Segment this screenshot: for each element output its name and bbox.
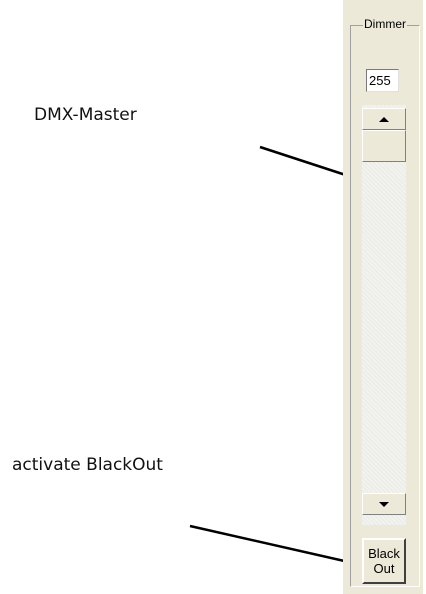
dmx-master-scrollbar[interactable] [362, 105, 406, 525]
scrollbar-track[interactable] [362, 105, 406, 525]
scrollbar-thumb[interactable] [362, 130, 406, 162]
blackout-button[interactable]: Black Out [362, 538, 406, 584]
scroll-up-button[interactable] [362, 108, 406, 130]
dimmer-group-label: Dimmer [363, 17, 407, 31]
blackout-label-line1: Black [368, 546, 400, 561]
arrow-up-icon [379, 116, 389, 122]
arrow-down-icon [379, 501, 389, 507]
dimmer-value-field[interactable]: 255 [366, 69, 399, 92]
scroll-down-button[interactable] [362, 493, 406, 515]
blackout-arrow [189, 524, 364, 569]
blackout-label-line2: Out [373, 561, 395, 576]
